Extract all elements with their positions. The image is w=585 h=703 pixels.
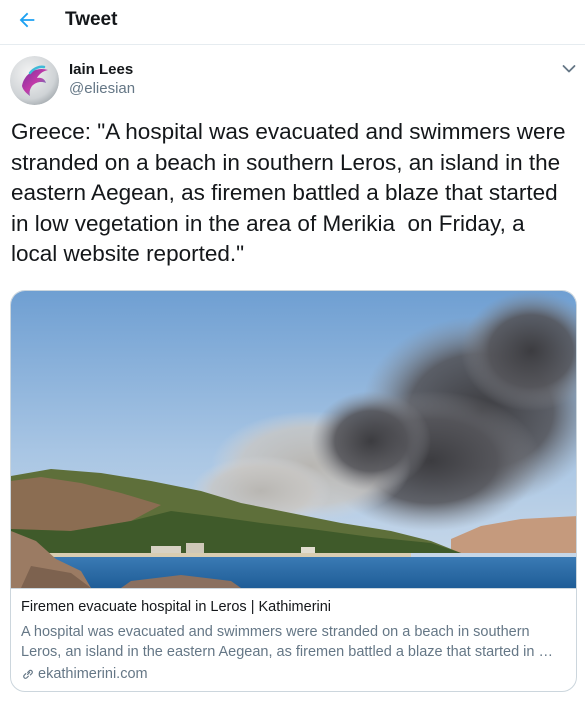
card-title[interactable]: Firemen evacuate hospital in Leros | Kat… — [21, 599, 566, 615]
header-bar: Tweet — [0, 0, 585, 45]
arrow-left-icon — [19, 12, 35, 28]
avatar[interactable] — [10, 56, 59, 105]
card-description: A hospital was evacuated and swimmers we… — [21, 624, 553, 660]
card-image — [11, 291, 576, 588]
link-icon — [23, 669, 33, 679]
back-button[interactable] — [12, 5, 42, 35]
page-title: Tweet — [65, 9, 118, 30]
dolphin-logo-avatar — [10, 56, 59, 105]
author-name[interactable]: Iain Lees — [69, 61, 133, 78]
tweet-page: Tweet Iain Lees @eliesian Greece: "A hos… — [0, 0, 585, 703]
link-card[interactable]: Firemen evacuate hospital in Leros | Kat… — [10, 290, 577, 692]
card-text: Firemen evacuate hospital in Leros | Kat… — [11, 588, 576, 691]
author-handle[interactable]: @eliesian — [69, 80, 135, 97]
tweet-text: Greece: "A hospital was evacuated and sw… — [11, 119, 572, 266]
card-domain: ekathimerini.com — [38, 666, 148, 682]
more-options-button[interactable] — [558, 58, 580, 80]
chevron-down-icon — [562, 65, 576, 73]
card-domain-row[interactable]: ekathimerini.com — [21, 664, 148, 684]
